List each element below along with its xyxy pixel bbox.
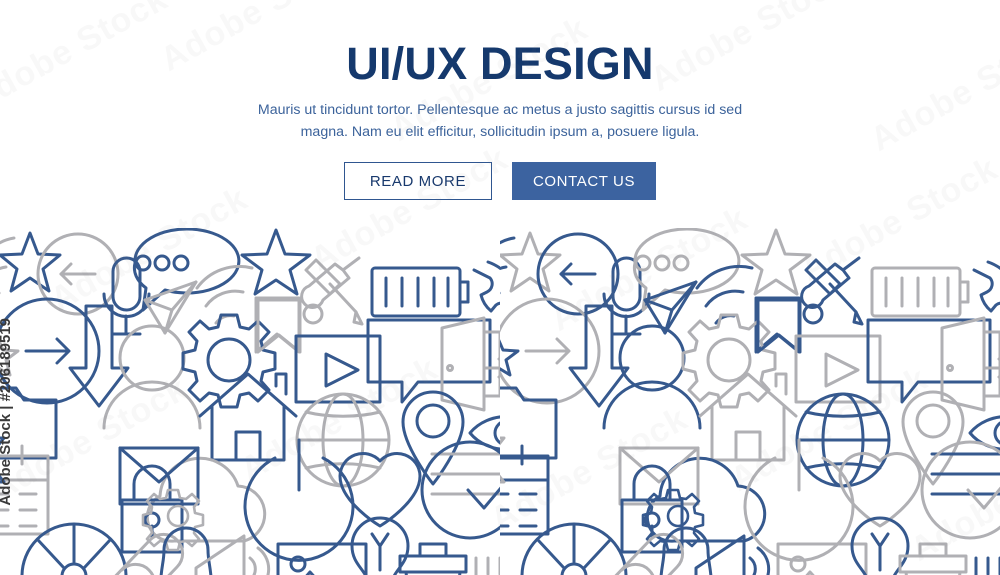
- globe-icon: [295, 392, 391, 488]
- icon-pattern-tile-a: [0, 228, 500, 575]
- wrench-tool-icon: [974, 556, 1000, 575]
- home-icon: [198, 372, 298, 462]
- read-more-button[interactable]: READ MORE: [343, 162, 492, 201]
- hero-button-group: READ MORE CONTACT US: [0, 162, 1000, 201]
- tools-wrench-screwdriver-icon: [800, 256, 864, 326]
- icon-pattern-tile-b: [500, 228, 1000, 575]
- arrow-right-icon: [484, 357, 500, 379]
- map-pin-location-icon: [401, 390, 465, 486]
- speech-bubble-icon: [866, 318, 992, 404]
- phone-handset-icon: [972, 260, 1000, 313]
- arrow-right-icon: [984, 357, 1000, 379]
- icon-pattern-band: [0, 228, 1000, 575]
- globe-icon: [795, 392, 891, 488]
- contact-us-button[interactable]: CONTACT US: [511, 162, 657, 201]
- battery-icon: [870, 266, 970, 318]
- user-avatar-icon: [102, 324, 202, 430]
- cd-disc-icon: [20, 522, 128, 575]
- list-lines-icon: [930, 452, 1000, 496]
- check-circle-icon: [420, 440, 500, 540]
- hero-subtitle: Mauris ut tincidunt tortor. Pellentesque…: [257, 102, 743, 140]
- tools-wrench-screwdriver-icon: [300, 256, 364, 326]
- hero-section: UI/UX DESIGN Mauris ut tincidunt tortor.…: [0, 0, 1000, 228]
- home-icon: [698, 372, 798, 462]
- wifi-signal-icon: [0, 236, 16, 295]
- star-icon: [740, 228, 812, 296]
- wrench-tool-icon: [474, 556, 500, 575]
- list-lines-icon: [430, 452, 500, 496]
- page-title: UI/UX DESIGN: [346, 38, 654, 89]
- gear-settings-icon: [181, 313, 277, 409]
- star-icon: [500, 339, 520, 377]
- phone-handset-icon: [472, 260, 500, 313]
- check-circle-icon: [920, 440, 1000, 540]
- gear-settings-icon: [681, 313, 777, 409]
- map-pin-location-icon: [901, 390, 965, 486]
- trash-bin-icon: [398, 542, 468, 575]
- battery-icon: [370, 266, 470, 318]
- trash-bin-icon: [898, 542, 968, 575]
- star-icon: [240, 228, 312, 296]
- star-icon: [0, 231, 62, 293]
- wifi-signal-icon: [500, 236, 516, 295]
- watermark-side-label: Adobe Stock | #206189519: [0, 318, 14, 506]
- file-document-icon: [500, 386, 558, 460]
- star-icon: [500, 231, 562, 293]
- cd-disc-icon: [520, 522, 628, 575]
- banner-root: UI/UX DESIGN Mauris ut tincidunt tortor.…: [0, 0, 1000, 575]
- user-avatar-icon: [602, 324, 702, 430]
- speech-bubble-icon: [366, 318, 492, 404]
